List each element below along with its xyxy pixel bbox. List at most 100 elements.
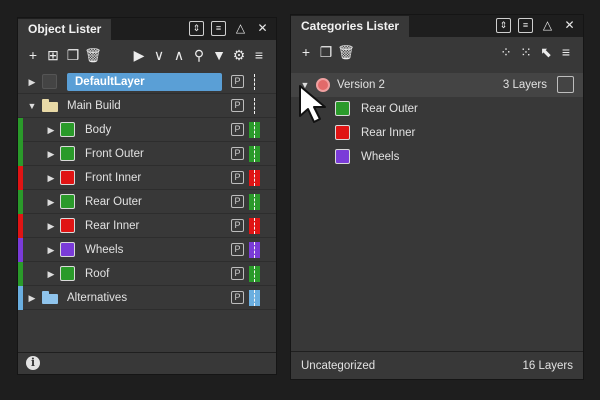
layer-visibility-toggle[interactable] <box>249 290 260 306</box>
select-icon[interactable]: ⬉ <box>537 43 555 61</box>
layer-color-swatch[interactable] <box>60 242 75 257</box>
category-color-swatch[interactable] <box>335 101 350 116</box>
object-row-label: Front Inner <box>85 172 142 184</box>
collapse-icon[interactable]: △ <box>233 21 248 36</box>
gear-icon[interactable]: ⚙ <box>230 46 248 64</box>
layer-color-strip <box>18 214 23 238</box>
object-row-label: Body <box>85 124 112 136</box>
category-item[interactable]: Rear Outer <box>291 97 583 121</box>
layer-visibility-toggle[interactable] <box>249 74 260 90</box>
print-toggle[interactable]: P <box>231 75 244 88</box>
duplicate-icon[interactable]: ❐ <box>64 46 82 64</box>
expand-arrow-icon[interactable]: ▶ <box>46 172 56 184</box>
chevron-down-icon[interactable]: ∨ <box>150 46 168 64</box>
close-icon[interactable]: ✕ <box>255 21 270 36</box>
category-checkbox[interactable] <box>557 76 574 93</box>
expand-arrow-icon[interactable]: ▶ <box>46 220 56 232</box>
layer-color-strip <box>18 286 23 310</box>
layer-visibility-toggle[interactable] <box>249 194 260 210</box>
print-toggle[interactable]: P <box>231 243 244 256</box>
object-row[interactable]: ▶ Body P <box>18 118 276 142</box>
category-color-swatch[interactable] <box>335 149 350 164</box>
print-toggle[interactable]: P <box>231 195 244 208</box>
folder-icon <box>42 99 58 112</box>
print-toggle[interactable]: P <box>231 267 244 280</box>
layer-color-swatch[interactable] <box>42 74 57 89</box>
object-row[interactable]: ▶ Rear Inner P <box>18 214 276 238</box>
object-row[interactable]: ▶ DefaultLayer P <box>18 70 276 94</box>
print-toggle[interactable]: P <box>231 123 244 136</box>
menu-icon[interactable]: ≡ <box>557 43 575 61</box>
layer-visibility-toggle[interactable] <box>249 98 260 114</box>
collapse-icon[interactable]: △ <box>540 18 555 33</box>
pin-icon[interactable]: ⇕ <box>496 18 511 33</box>
delete-icon[interactable]: 🗑 <box>84 46 102 64</box>
layer-color-swatch[interactable] <box>60 146 75 161</box>
pin-icon[interactable]: ⇕ <box>189 21 204 36</box>
expand-arrow-icon[interactable]: ▶ <box>46 244 56 256</box>
layer-visibility-toggle[interactable] <box>249 242 260 258</box>
filter-icon[interactable]: ▼ <box>210 46 228 64</box>
expand-arrow-icon[interactable]: ▶ <box>27 292 37 304</box>
object-list: ▶ DefaultLayer P ▼ Main Build P ▶ Body P ▶ Front O… <box>18 70 276 310</box>
layer-color-swatch[interactable] <box>60 266 75 281</box>
expand-arrow-icon[interactable]: ▶ <box>46 148 56 160</box>
categories-lister-toolbar: + ❐ 🗑 ⁘ ⁙ ⬉ ≡ <box>291 39 583 65</box>
layer-color-swatch[interactable] <box>60 122 75 137</box>
print-toggle[interactable]: P <box>231 171 244 184</box>
object-lister-footer: i <box>18 352 276 374</box>
category-item[interactable]: Rear Inner <box>291 121 583 145</box>
layer-color-strip <box>18 118 23 142</box>
layer-color-swatch[interactable] <box>60 218 75 233</box>
add-icon[interactable]: + <box>297 43 315 61</box>
mouse-cursor-icon <box>299 85 326 123</box>
play-icon[interactable]: ▶ <box>130 46 148 64</box>
layer-color-swatch[interactable] <box>60 170 75 185</box>
close-icon[interactable]: ✕ <box>562 18 577 33</box>
object-row[interactable]: ▶ Alternatives P <box>18 286 276 310</box>
print-toggle[interactable]: P <box>231 219 244 232</box>
category-item-label: Rear Outer <box>361 103 418 115</box>
category-group-version-2[interactable]: ▼ Version 2 3 Layers <box>291 73 583 97</box>
object-row[interactable]: ▶ Wheels P <box>18 238 276 262</box>
add-folder-icon[interactable]: ⊞ <box>44 46 62 64</box>
grid-alt-icon[interactable]: ⁙ <box>517 43 535 61</box>
category-color-swatch[interactable] <box>335 125 350 140</box>
category-item[interactable]: Wheels <box>291 145 583 169</box>
expand-arrow-icon[interactable]: ▶ <box>46 124 56 136</box>
add-icon[interactable]: + <box>24 46 42 64</box>
layer-visibility-toggle[interactable] <box>249 122 260 138</box>
expand-arrow-icon[interactable]: ▶ <box>27 76 37 88</box>
info-icon[interactable]: i <box>26 356 40 370</box>
expand-arrow-icon[interactable]: ▼ <box>27 100 37 112</box>
menu-icon[interactable]: ≡ <box>518 18 533 33</box>
duplicate-icon[interactable]: ❐ <box>317 43 335 61</box>
menu-icon[interactable]: ≡ <box>250 46 268 64</box>
chevron-up-icon[interactable]: ∧ <box>170 46 188 64</box>
expand-arrow-icon[interactable]: ▶ <box>46 196 56 208</box>
print-toggle[interactable]: P <box>231 99 244 112</box>
print-toggle[interactable]: P <box>231 147 244 160</box>
search-icon[interactable]: ⚲ <box>190 46 208 64</box>
delete-icon[interactable]: 🗑 <box>337 43 355 61</box>
categories-lister-titlebar: Categories Lister ⇕ ≡ △ ✕ <box>291 15 583 37</box>
menu-icon[interactable]: ≡ <box>211 21 226 36</box>
object-row[interactable]: ▶ Front Inner P <box>18 166 276 190</box>
layer-color-strip <box>18 238 23 262</box>
layer-visibility-toggle[interactable] <box>249 266 260 282</box>
layer-visibility-toggle[interactable] <box>249 146 260 162</box>
grid-icon[interactable]: ⁘ <box>497 43 515 61</box>
layer-visibility-toggle[interactable] <box>249 218 260 234</box>
expand-arrow-icon[interactable]: ▶ <box>46 268 56 280</box>
categories-lister-title[interactable]: Categories Lister <box>291 16 410 37</box>
object-lister-title[interactable]: Object Lister <box>18 19 112 40</box>
category-group-label: Version 2 <box>337 79 385 91</box>
layer-visibility-toggle[interactable] <box>249 170 260 186</box>
object-row[interactable]: ▶ Roof P <box>18 262 276 286</box>
object-row-label: Alternatives <box>67 292 128 304</box>
object-row[interactable]: ▼ Main Build P <box>18 94 276 118</box>
layer-color-swatch[interactable] <box>60 194 75 209</box>
print-toggle[interactable]: P <box>231 291 244 304</box>
object-row[interactable]: ▶ Front Outer P <box>18 142 276 166</box>
object-row[interactable]: ▶ Rear Outer P <box>18 190 276 214</box>
